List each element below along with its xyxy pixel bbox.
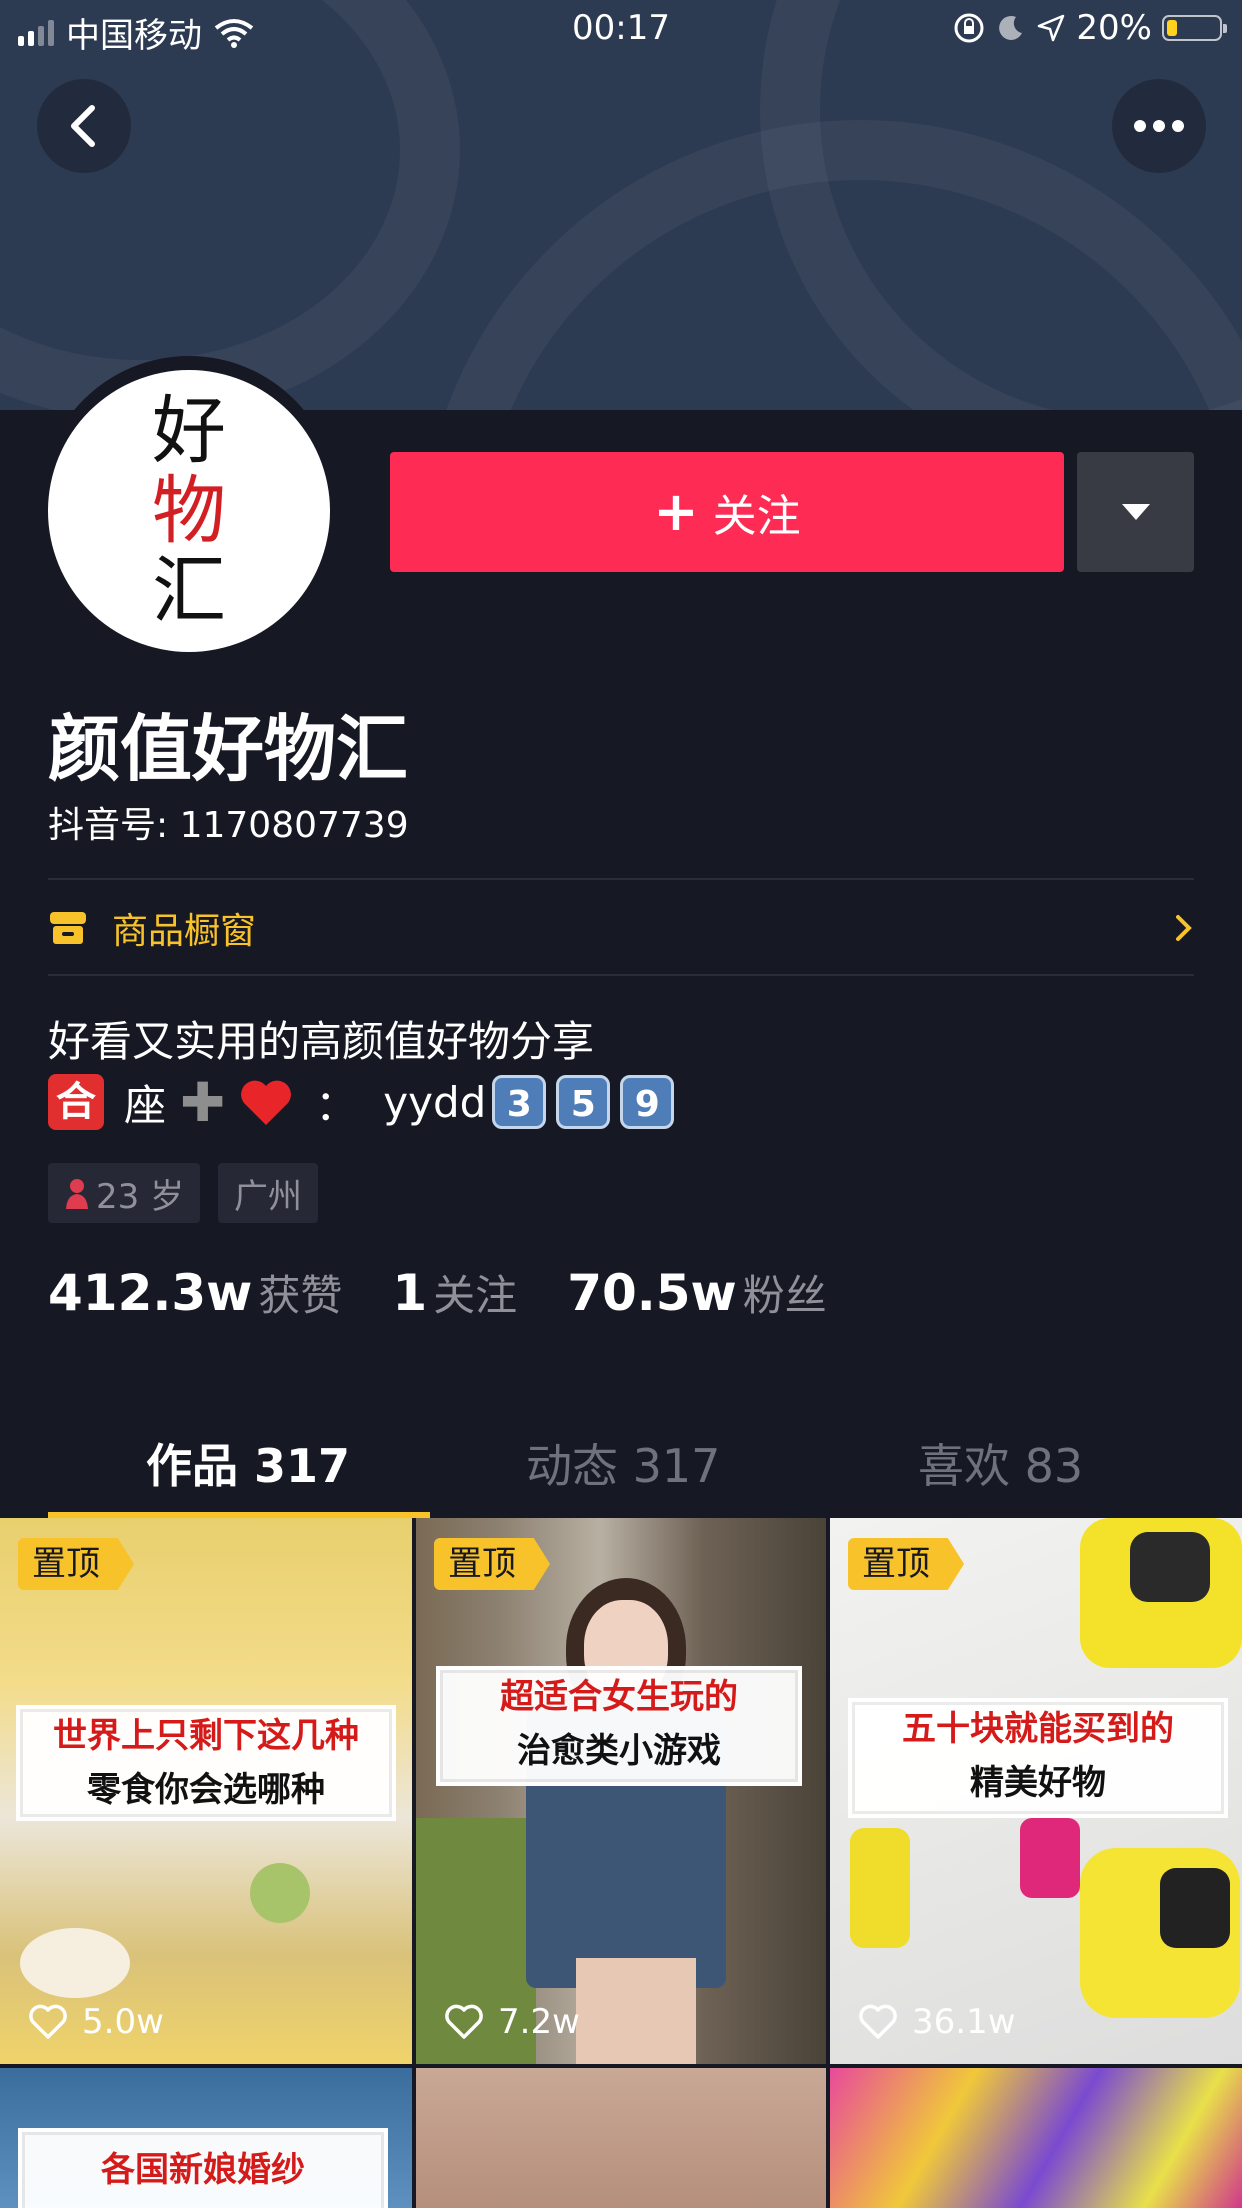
content-tabs: 作品 317 动态 317 喜欢 83 — [0, 1410, 1242, 1520]
tab-likes[interactable]: 喜欢 83 — [918, 1430, 1083, 1496]
shop-icon — [50, 912, 86, 944]
battery-percent: 20% — [1076, 8, 1152, 48]
bio-colon: ： — [315, 1080, 358, 1130]
female-icon — [66, 1179, 88, 1209]
back-button[interactable] — [37, 79, 131, 173]
shop-window-row[interactable]: 商品橱窗 — [48, 880, 1194, 976]
video-caption: 超适合女生玩的 治愈类小游戏 — [436, 1666, 802, 1786]
heart-icon — [445, 2004, 483, 2039]
video-thumbnail[interactable]: 各国新娘婚纱 — [0, 2068, 412, 2208]
video-thumbnail[interactable]: 置顶 世界上只剩下这几种 零食你会选哪种 5.0w — [0, 1518, 412, 2064]
likes-count: 36.1w — [912, 2002, 1016, 2042]
nickname: 颜值好物汇 — [48, 707, 409, 791]
video-thumbnail[interactable] — [416, 2068, 826, 2208]
stat-label: 获赞 — [258, 1271, 343, 1320]
he-emoji-icon: 合 — [48, 1074, 104, 1130]
age-label: 23 岁 — [96, 1176, 185, 1217]
stat-number: 412.3w — [48, 1264, 253, 1322]
video-thumbnail[interactable]: 置顶 五十块就能买到的 精美好物 36.1w — [830, 1518, 1242, 2064]
heart-icon — [859, 2004, 897, 2039]
avatar[interactable]: 好 物 汇 — [48, 370, 330, 652]
battery-icon — [1162, 15, 1227, 41]
shop-label: 商品橱窗 — [112, 911, 257, 952]
bio-contact-line: 合 座 ✚ ： yydd 3 5 9 — [48, 1070, 675, 1134]
moon-icon — [999, 15, 1023, 40]
stat-likes: 412.3w 获赞 — [48, 1262, 342, 1323]
video-caption: 各国新娘婚纱 — [18, 2128, 388, 2208]
location-icon — [1038, 14, 1065, 42]
stamp-shape — [1020, 1818, 1080, 1898]
egg-shape — [20, 1928, 130, 1998]
video-thumbnail[interactable]: 置顶 超适合女生玩的 治愈类小游戏 7.2w — [416, 1518, 826, 2064]
heart-icon — [29, 2004, 67, 2039]
gadget-roller-shape — [1160, 1868, 1230, 1948]
video-likes: 7.2w — [444, 2002, 580, 2042]
plus-emoji-icon: ✚ — [180, 1070, 226, 1134]
caption-line1: 各国新娘婚纱 — [101, 2150, 305, 2190]
legs-shape — [576, 1958, 696, 2064]
caption-line1: 五十块就能买到的 — [902, 1709, 1174, 1749]
likes-count: 5.0w — [82, 2002, 164, 2042]
plus-icon: + — [653, 480, 699, 543]
stamp-shape — [850, 1828, 910, 1948]
caption-line2: 零食你会选哪种 — [87, 1770, 325, 1810]
keycap-icon: 5 — [556, 1075, 611, 1129]
divider — [48, 974, 1194, 976]
follow-button[interactable]: + 关注 — [390, 452, 1064, 572]
bio-contact: yydd — [383, 1077, 487, 1127]
stat-number: 1 — [392, 1264, 428, 1322]
video-likes: 36.1w — [858, 2002, 1016, 2042]
likes-count: 7.2w — [498, 2002, 580, 2042]
caption-line2: 治愈类小游戏 — [517, 1731, 721, 1771]
bio-text: 好看又实用的高颜值好物分享 — [48, 1017, 595, 1066]
keycap-icon: 9 — [620, 1075, 675, 1129]
pinned-badge: 置顶 — [18, 1538, 134, 1590]
pinned-badge: 置顶 — [434, 1538, 550, 1590]
video-caption: 五十块就能买到的 精美好物 — [848, 1698, 1228, 1818]
dropdown-icon — [1121, 504, 1150, 520]
location-tag: 广州 — [218, 1163, 318, 1223]
stat-label: 粉丝 — [742, 1271, 827, 1320]
red-heart-icon — [241, 1080, 292, 1125]
more-icon — [1134, 120, 1184, 132]
grape-shape — [250, 1863, 310, 1923]
video-caption: 世界上只剩下这几种 零食你会选哪种 — [16, 1705, 396, 1821]
stats-row: 412.3w 获赞 1 关注 70.5w 粉丝 — [48, 1262, 877, 1323]
stat-followers[interactable]: 70.5w 粉丝 — [567, 1262, 827, 1323]
rotation-lock-icon — [954, 13, 984, 43]
recommend-dropdown-button[interactable] — [1077, 452, 1194, 572]
more-button[interactable] — [1112, 79, 1206, 173]
age-tag: 23 岁 — [48, 1163, 201, 1223]
chevron-right-icon — [1176, 915, 1192, 941]
caption-line1: 世界上只剩下这几种 — [53, 1716, 359, 1756]
profile-banner — [0, 0, 1242, 410]
location-label: 广州 — [234, 1176, 302, 1217]
gadget-roller-shape — [1130, 1532, 1210, 1602]
pinned-badge: 置顶 — [848, 1538, 964, 1590]
caption-line1: 超适合女生玩的 — [500, 1677, 738, 1717]
tab-works[interactable]: 作品 317 — [146, 1430, 350, 1496]
avatar-char: 好 — [152, 388, 226, 474]
video-likes: 5.0w — [28, 2002, 164, 2042]
stat-label: 关注 — [433, 1271, 518, 1320]
stat-number: 70.5w — [567, 1264, 737, 1322]
follow-label: 关注 — [712, 491, 801, 542]
douyin-id: 抖音号: 1170807739 — [48, 805, 409, 846]
caption-line2: 精美好物 — [970, 1763, 1106, 1803]
keycap-icon: 3 — [492, 1075, 547, 1129]
avatar-char: 物 — [152, 468, 226, 554]
tab-activity[interactable]: 动态 317 — [526, 1430, 720, 1496]
video-thumbnail[interactable] — [830, 2068, 1242, 2208]
status-bar: 中国移动 00:17 20% — [0, 0, 1242, 60]
stat-following[interactable]: 1 关注 — [392, 1262, 517, 1323]
back-icon — [71, 105, 95, 147]
bio-seat: 座 — [124, 1080, 167, 1130]
avatar-char: 汇 — [152, 548, 226, 634]
